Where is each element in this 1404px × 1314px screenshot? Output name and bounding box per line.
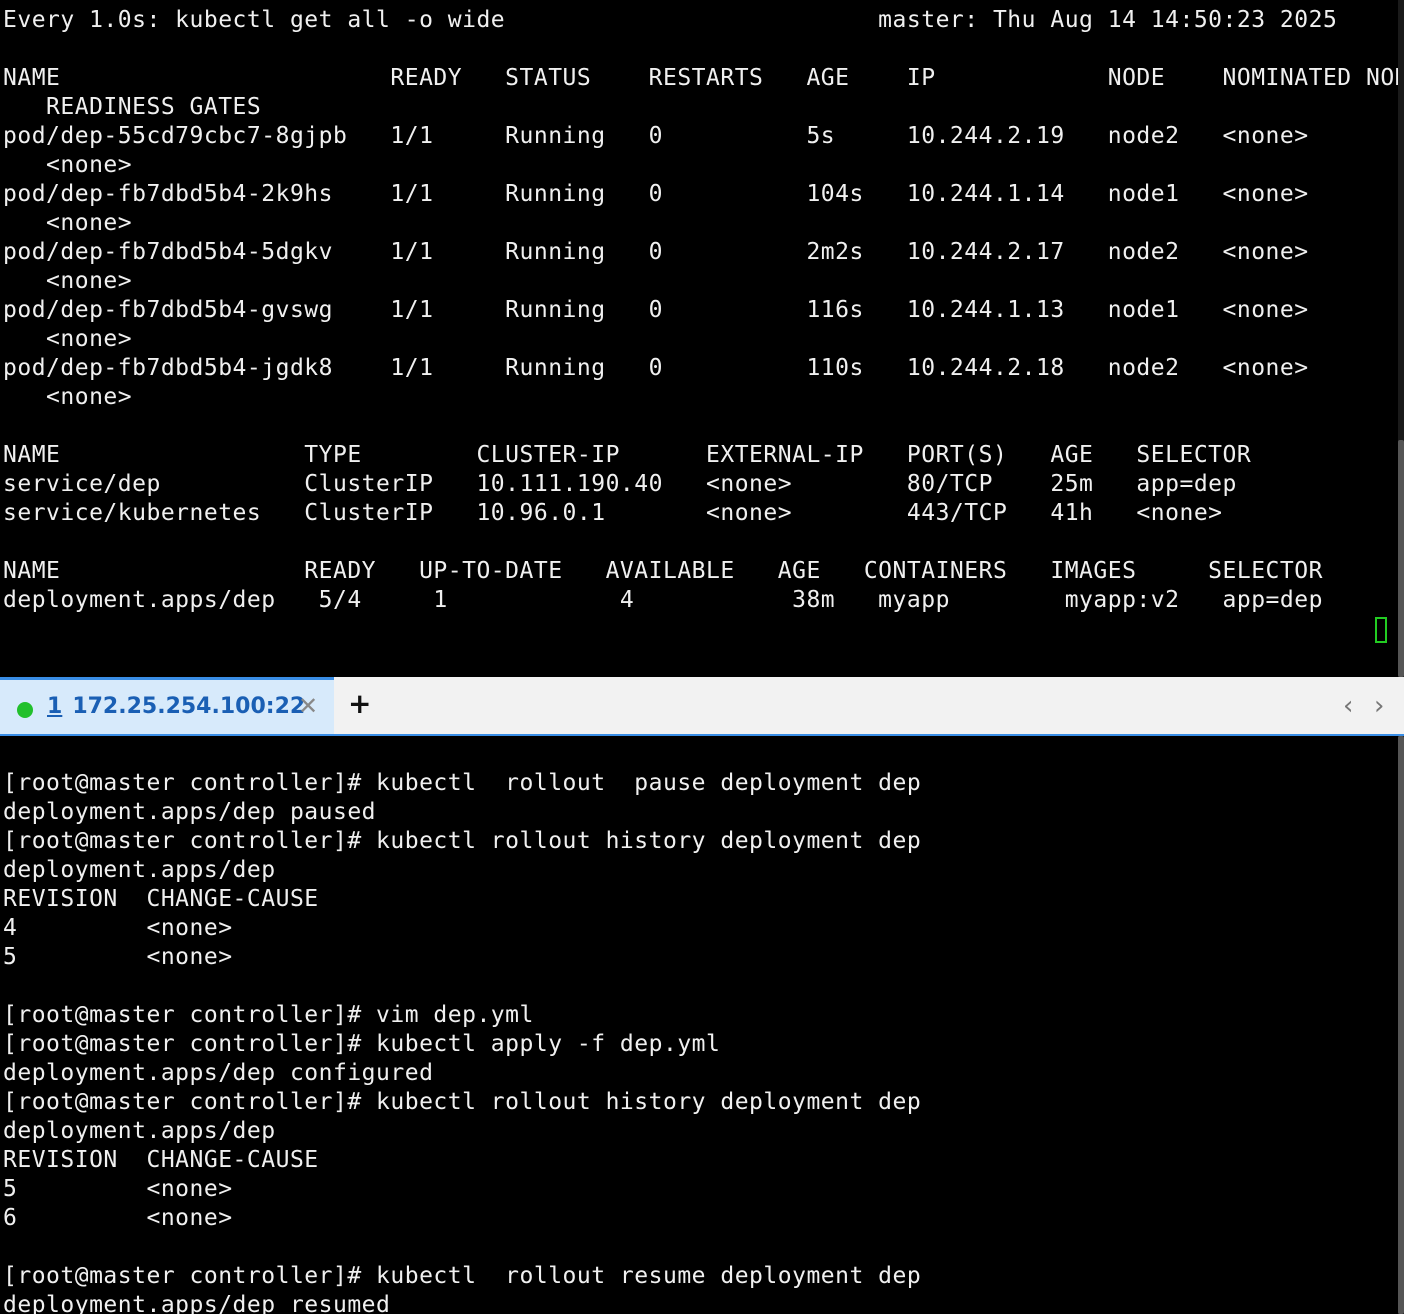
- watch-output-line: <none>: [3, 384, 133, 410]
- shell-output-line: [3, 1233, 921, 1262]
- shell-output-line: 6 <none>: [3, 1205, 233, 1231]
- watch-output-line: [3, 528, 1404, 557]
- top-scrollbar[interactable]: [1398, 0, 1404, 677]
- bottom-scrollbar-thumb[interactable]: [1398, 736, 1404, 1314]
- shell-output-line: deployment.apps/dep: [3, 1118, 276, 1144]
- connected-status-icon: [17, 702, 33, 718]
- watch-output-line: deployment.apps/dep 5/4 1 4 38m myapp my…: [3, 587, 1323, 613]
- watch-output-line: [3, 35, 1404, 64]
- watch-output-line: pod/dep-fb7dbd5b4-jgdk8 1/1 Running 0 11…: [3, 355, 1309, 381]
- watch-output-line: pod/dep-55cd79cbc7-8gjpb 1/1 Running 0 5…: [3, 123, 1309, 149]
- watch-output-line: pod/dep-fb7dbd5b4-gvswg 1/1 Running 0 11…: [3, 297, 1309, 323]
- shell-output-line: deployment.apps/dep configured: [3, 1060, 434, 1086]
- watch-output-line: service/dep ClusterIP 10.111.190.40 <non…: [3, 471, 1237, 497]
- watch-output-line: <none>: [3, 326, 133, 352]
- top-scrollbar-thumb[interactable]: [1398, 440, 1404, 677]
- watch-output-line: <none>: [3, 210, 133, 236]
- chevron-left-icon[interactable]: ‹: [1343, 691, 1353, 721]
- watch-output-line: <none>: [3, 152, 133, 178]
- shell-output-line: REVISION CHANGE-CAUSE: [3, 886, 319, 912]
- shell-output-line: 4 <none>: [3, 915, 233, 941]
- shell-output-line: 5 <none>: [3, 944, 233, 970]
- watch-output-line: pod/dep-fb7dbd5b4-5dgkv 1/1 Running 0 2m…: [3, 239, 1309, 265]
- session-tab-bar: 1 172.25.254.100:22 ✕ + ‹ ›: [0, 677, 1404, 736]
- watch-terminal-pane[interactable]: Every 1.0s: kubectl get all -o wide mast…: [0, 0, 1404, 677]
- shell-output-line: deployment.apps/dep resumed: [3, 1292, 391, 1314]
- shell-output-line: [root@master controller]# kubectl rollou…: [3, 1263, 922, 1289]
- shell-output-line: [root@master controller]# kubectl rollou…: [3, 1089, 922, 1115]
- watch-output-line: pod/dep-fb7dbd5b4-2k9hs 1/1 Running 0 10…: [3, 181, 1309, 207]
- shell-output-line: [root@master controller]# vim dep.yml: [3, 1002, 534, 1028]
- shell-output-line: deployment.apps/dep: [3, 857, 276, 883]
- watch-output-line: service/kubernetes ClusterIP 10.96.0.1 <…: [3, 500, 1223, 526]
- shell-output-line: [root@master controller]# kubectl rollou…: [3, 770, 922, 796]
- shell-output-line: [3, 972, 921, 1001]
- new-tab-button[interactable]: +: [348, 687, 371, 720]
- watch-output-line: Every 1.0s: kubectl get all -o wide mast…: [3, 7, 1338, 33]
- tab-number: 1: [47, 694, 63, 719]
- shell-output-line: [root@master controller]# kubectl apply …: [3, 1031, 721, 1057]
- shell-terminal-pane[interactable]: [root@master controller]# kubectl rollou…: [0, 736, 1404, 1314]
- tab-title: 172.25.254.100:22: [72, 694, 306, 719]
- watch-output: Every 1.0s: kubectl get all -o wide mast…: [0, 6, 1404, 615]
- tab-session-1[interactable]: 1 172.25.254.100:22 ✕: [0, 677, 334, 734]
- shell-output-line: REVISION CHANGE-CAUSE: [3, 1147, 319, 1173]
- shell-output-line: 5 <none>: [3, 1176, 233, 1202]
- chevron-right-icon[interactable]: ›: [1374, 691, 1384, 721]
- watch-output-line: <none>: [3, 268, 133, 294]
- terminal-cursor: [1375, 617, 1387, 643]
- watch-output-line: NAME TYPE CLUSTER-IP EXTERNAL-IP PORT(S)…: [3, 442, 1252, 468]
- watch-output-line: [3, 412, 1404, 441]
- watch-output-line: NAME READY STATUS RESTARTS AGE IP NODE N…: [3, 65, 1404, 91]
- shell-output: [root@master controller]# kubectl rollou…: [0, 769, 921, 1314]
- shell-output-line: deployment.apps/dep paused: [3, 799, 377, 825]
- watch-output-line: NAME READY UP-TO-DATE AVAILABLE AGE CONT…: [3, 558, 1323, 584]
- bottom-scrollbar[interactable]: [1398, 736, 1404, 1314]
- shell-output-line: [root@master controller]# kubectl rollou…: [3, 828, 922, 854]
- watch-output-line: READINESS GATES: [3, 94, 262, 120]
- tab-label: 1 172.25.254.100:22: [47, 694, 305, 719]
- close-icon[interactable]: ✕: [298, 692, 318, 720]
